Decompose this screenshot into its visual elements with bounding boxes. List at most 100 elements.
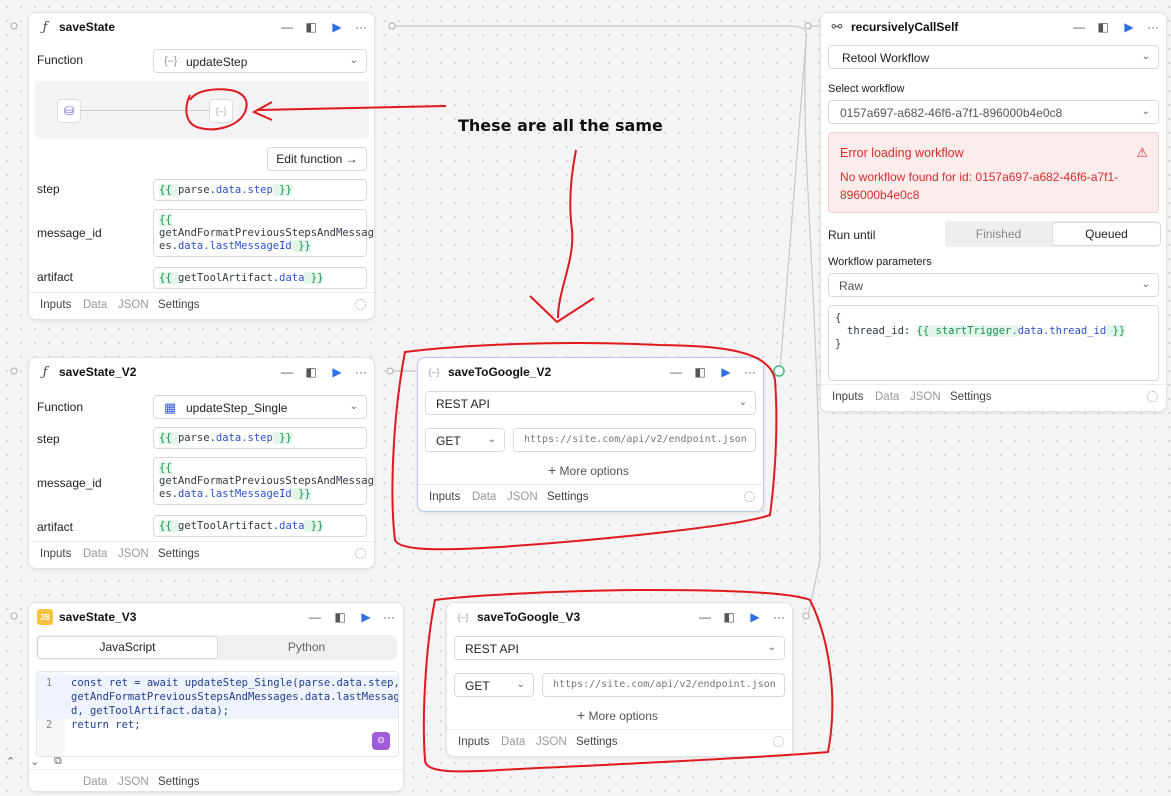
minimap-icon[interactable]: ⧉ xyxy=(54,755,62,768)
artifact-input[interactable]: {{ getToolArtifact.data }} xyxy=(153,515,367,537)
chevron-up-icon[interactable]: ⌃ xyxy=(6,755,15,768)
tab-json[interactable]: JSON xyxy=(118,548,149,560)
chevron-down-icon: ⌄ xyxy=(738,397,747,408)
run-icon[interactable]: ▶ xyxy=(358,609,374,625)
tab-json[interactable]: JSON xyxy=(118,299,149,311)
param-label-artifact: artifact xyxy=(37,270,74,284)
workflow-params-editor[interactable]: { thread_id: {{ startTrigger.data.thread… xyxy=(828,305,1159,381)
step-input[interactable]: {{ parse.data.step }} xyxy=(153,427,367,449)
resource-select[interactable]: REST API ⌄ xyxy=(454,636,785,660)
workflow-type-select[interactable]: Retool Workflow ⌄ xyxy=(828,45,1159,69)
minimize-icon[interactable]: — xyxy=(279,19,295,35)
minimize-icon[interactable]: — xyxy=(697,609,713,625)
tab-settings[interactable]: Settings xyxy=(576,736,618,748)
assistant-icon[interactable]: ☺ xyxy=(372,732,390,750)
tab-settings[interactable]: Settings xyxy=(547,491,589,503)
run-icon[interactable]: ▶ xyxy=(329,364,345,380)
tab-settings[interactable]: Settings xyxy=(158,299,200,311)
function-label: Function xyxy=(37,400,84,414)
tab-settings[interactable]: Settings xyxy=(950,391,992,403)
chevron-down-icon: ⌄ xyxy=(1141,106,1150,117)
function-select[interactable]: ▦ updateStep_Single ⌄ xyxy=(153,395,367,419)
step-input[interactable]: {{ parse.data.step }} xyxy=(153,179,367,201)
block-title: saveState xyxy=(59,20,116,34)
tab-data[interactable]: Data xyxy=(501,736,525,748)
more-icon[interactable]: ··· xyxy=(742,364,758,380)
code-line: 2 return ret; xyxy=(37,718,398,732)
tab-data[interactable]: Data xyxy=(83,299,107,311)
tab-json[interactable]: JSON xyxy=(118,776,149,788)
more-options-button[interactable]: + More options xyxy=(548,462,629,478)
panel-icon[interactable]: ◧ xyxy=(303,364,319,380)
plus-icon: + xyxy=(548,462,557,478)
minimize-icon[interactable]: — xyxy=(279,364,295,380)
tab-data[interactable]: Data xyxy=(83,548,107,560)
tab-inputs[interactable]: Inputs xyxy=(429,491,460,503)
saveToGoogle-V2-block[interactable]: {–} saveToGoogle_V2 — ◧ ▶ ··· REST API ⌄… xyxy=(417,357,764,512)
panel-icon[interactable]: ◧ xyxy=(1095,19,1111,35)
tab-inputs[interactable]: Inputs xyxy=(40,299,71,311)
code-editor[interactable]: 1 const ret = await updateStep_Single(par… xyxy=(36,671,399,757)
message-id-input[interactable]: {{ getAndFormatPreviousStepsAndMessag es… xyxy=(153,209,374,257)
workflow-select[interactable]: 0157a697-a682-46f6-a7f1-896000b4e0c8 ⌄ xyxy=(828,100,1159,124)
tab-python[interactable]: Python xyxy=(217,636,396,659)
tab-inputs[interactable]: Inputs xyxy=(832,391,863,403)
plus-icon: + xyxy=(577,707,586,723)
block-footer: Inputs Data JSON Settings xyxy=(29,541,374,568)
minimize-icon[interactable]: — xyxy=(1071,19,1087,35)
panel-icon[interactable]: ◧ xyxy=(721,609,737,625)
saveState-V2-block[interactable]: ƒ saveState_V2 — ◧ ▶ ··· Function ▦ upda… xyxy=(28,357,375,569)
run-icon[interactable]: ▶ xyxy=(329,19,345,35)
tab-json[interactable]: JSON xyxy=(910,391,941,403)
javascript-icon: JS xyxy=(37,609,53,625)
tab-json[interactable]: JSON xyxy=(507,491,538,503)
url-input[interactable]: https://site.com/api/v2/endpoint.json xyxy=(513,428,756,452)
function-select[interactable]: {–} updateStep ⌄ xyxy=(153,49,367,73)
edit-function-button[interactable]: Edit function → xyxy=(267,147,367,171)
tab-data[interactable]: Data xyxy=(875,391,899,403)
run-icon[interactable]: ▶ xyxy=(747,609,763,625)
panel-icon[interactable]: ◧ xyxy=(332,609,348,625)
more-icon[interactable]: ··· xyxy=(381,609,397,625)
more-options-button[interactable]: + More options xyxy=(577,707,658,723)
more-icon[interactable]: ··· xyxy=(1145,19,1161,35)
tab-data[interactable]: Data xyxy=(472,491,496,503)
panel-icon[interactable]: ◧ xyxy=(692,364,708,380)
method-select[interactable]: GET ⌄ xyxy=(425,428,505,452)
url-input[interactable]: https://site.com/api/v2/endpoint.json xyxy=(542,673,785,697)
code-line: getAndFormatPreviousStepsAndMessages.dat… xyxy=(37,690,398,704)
run-icon[interactable]: ▶ xyxy=(1121,19,1137,35)
status-spinner-icon xyxy=(744,491,755,502)
block-title: saveState_V2 xyxy=(59,365,137,379)
line-number: 2 xyxy=(45,719,53,731)
message-id-input[interactable]: {{ getAndFormatPreviousStepsAndMessag es… xyxy=(153,457,374,505)
run-icon[interactable]: ▶ xyxy=(718,364,734,380)
chevron-down-icon[interactable]: ⌄ xyxy=(30,755,39,768)
more-icon[interactable]: ··· xyxy=(353,19,369,35)
run-until-queued[interactable]: Queued xyxy=(1052,222,1161,246)
tab-inputs[interactable]: Inputs xyxy=(40,548,71,560)
panel-icon[interactable]: ◧ xyxy=(303,19,319,35)
params-format-select[interactable]: Raw ⌄ xyxy=(828,273,1159,297)
minimize-icon[interactable]: — xyxy=(307,609,323,625)
more-icon[interactable]: ··· xyxy=(771,609,787,625)
artifact-input[interactable]: {{ getToolArtifact.data }} xyxy=(153,267,367,289)
saveState-V3-block[interactable]: JS saveState_V3 — ◧ ▶ ··· JavaScript Pyt… xyxy=(28,602,404,792)
tab-json[interactable]: JSON xyxy=(536,736,567,748)
canvas-controls: ⌃ ⌄ ⧉ xyxy=(0,752,80,775)
tab-inputs[interactable]: Inputs xyxy=(458,736,489,748)
recursivelyCallSelf-block[interactable]: ⚯ recursivelyCallSelf — ◧ ▶ ··· Retool W… xyxy=(820,12,1167,412)
minimize-icon[interactable]: — xyxy=(668,364,684,380)
method-select[interactable]: GET ⌄ xyxy=(454,673,534,697)
saveToGoogle-V3-block[interactable]: {–} saveToGoogle_V3 — ◧ ▶ ··· REST API ⌄… xyxy=(446,602,793,757)
param-label-message-id: message_id xyxy=(37,476,102,490)
tab-data[interactable]: Data xyxy=(83,776,107,788)
run-until-finished[interactable]: Finished xyxy=(945,221,1052,247)
table-icon: ▦ xyxy=(164,400,177,415)
saveState-block[interactable]: ƒ saveState — ◧ ▶ ··· Function {–} updat… xyxy=(28,12,375,320)
more-icon[interactable]: ··· xyxy=(353,364,369,380)
tab-settings[interactable]: Settings xyxy=(158,776,200,788)
tab-settings[interactable]: Settings xyxy=(158,548,200,560)
resource-select[interactable]: REST API ⌄ xyxy=(425,391,756,415)
tab-javascript[interactable]: JavaScript xyxy=(37,636,218,659)
